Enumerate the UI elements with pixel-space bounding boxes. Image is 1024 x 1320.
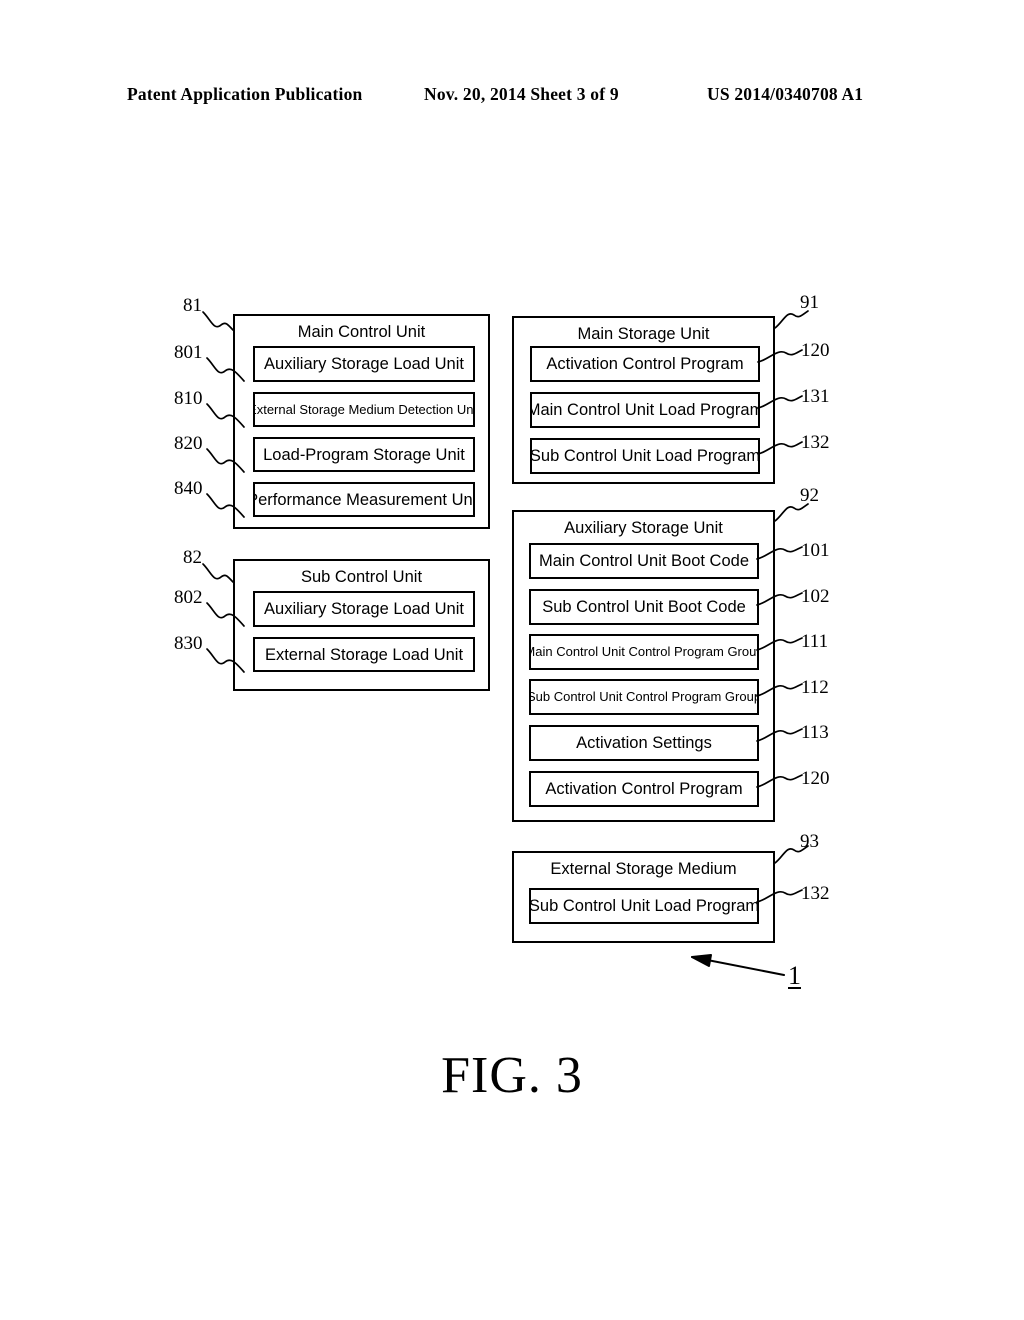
block-main-storage-unit: Main Storage Unit Activation Control Pro… [512, 316, 775, 484]
inner-load-program-storage-unit: Load-Program Storage Unit [253, 437, 475, 472]
inner-auxiliary-storage-load-unit: Auxiliary Storage Load Unit [253, 346, 475, 382]
ref-numeral-113: 113 [801, 722, 829, 743]
inner-activation-control-program-aux: Activation Control Program [529, 771, 759, 807]
ref-numeral-131: 131 [801, 386, 830, 407]
ref-numeral-132-external: 132 [801, 883, 830, 904]
ref-numeral-102: 102 [801, 586, 830, 607]
ref-numeral-93: 93 [800, 831, 819, 852]
inner-sub-control-unit-control-program-group: Sub Control Unit Control Program Group [529, 679, 759, 715]
leader-81 [202, 311, 234, 331]
ref-numeral-81: 81 [183, 295, 202, 316]
leader-82 [202, 563, 234, 583]
ref-numeral-840: 840 [174, 478, 203, 499]
block-main-control-unit-title: Main Control Unit [297, 323, 426, 341]
block-main-control-unit: Main Control Unit Auxiliary Storage Load… [233, 314, 490, 529]
ref-numeral-802: 802 [174, 587, 203, 608]
block-sub-control-unit: Sub Control Unit Auxiliary Storage Load … [233, 559, 490, 691]
ref-numeral-system-1: 1 [788, 961, 801, 990]
block-external-storage-medium: External Storage Medium Sub Control Unit… [512, 851, 775, 943]
block-external-storage-medium-title: External Storage Medium [550, 860, 737, 878]
ref-numeral-91: 91 [800, 292, 819, 313]
ref-numeral-132-main: 132 [801, 432, 830, 453]
ref-numeral-82: 82 [183, 547, 202, 568]
block-main-storage-unit-title: Main Storage Unit [577, 325, 710, 343]
inner-main-control-unit-control-program-group: Main Control Unit Control Program Group [529, 634, 759, 670]
figure-caption: FIG. 3 [441, 1047, 583, 1104]
ref-numeral-92: 92 [800, 485, 819, 506]
ref-numeral-830: 830 [174, 633, 203, 654]
ref-numeral-120-aux: 120 [801, 768, 830, 789]
ref-numeral-820: 820 [174, 433, 203, 454]
inner-external-storage-load-unit: External Storage Load Unit [253, 637, 475, 672]
system-arrow [691, 954, 785, 976]
inner-main-control-unit-boot-code: Main Control Unit Boot Code [529, 543, 759, 579]
block-auxiliary-storage-unit: Auxiliary Storage Unit Main Control Unit… [512, 510, 775, 822]
inner-sub-auxiliary-storage-load-unit: Auxiliary Storage Load Unit [253, 591, 475, 627]
inner-performance-measurement-unit: Performance Measurement Unit [253, 482, 475, 517]
inner-external-storage-medium-detection-unit: External Storage Medium Detection Unit [253, 392, 475, 427]
ref-numeral-111: 111 [801, 631, 829, 652]
inner-activation-settings: Activation Settings [529, 725, 759, 761]
inner-sub-control-unit-load-program-external: Sub Control Unit Load Program [529, 888, 759, 924]
ref-numeral-112: 112 [801, 677, 829, 698]
ref-numeral-801: 801 [174, 342, 203, 363]
patent-figure-3: Main Control Unit Auxiliary Storage Load… [0, 0, 1024, 1320]
inner-sub-control-unit-boot-code: Sub Control Unit Boot Code [529, 589, 759, 625]
leader-91 [774, 310, 809, 329]
block-sub-control-unit-title: Sub Control Unit [300, 568, 423, 586]
block-auxiliary-storage-unit-title: Auxiliary Storage Unit [564, 519, 723, 537]
ref-numeral-810: 810 [174, 388, 203, 409]
inner-main-control-unit-load-program: Main Control Unit Load Program [530, 392, 760, 428]
ref-numeral-101: 101 [801, 540, 830, 561]
inner-sub-control-unit-load-program-main: Sub Control Unit Load Program [530, 438, 760, 474]
inner-activation-control-program-main: Activation Control Program [530, 346, 760, 382]
leader-92 [774, 503, 809, 522]
ref-numeral-120-main: 120 [801, 340, 830, 361]
